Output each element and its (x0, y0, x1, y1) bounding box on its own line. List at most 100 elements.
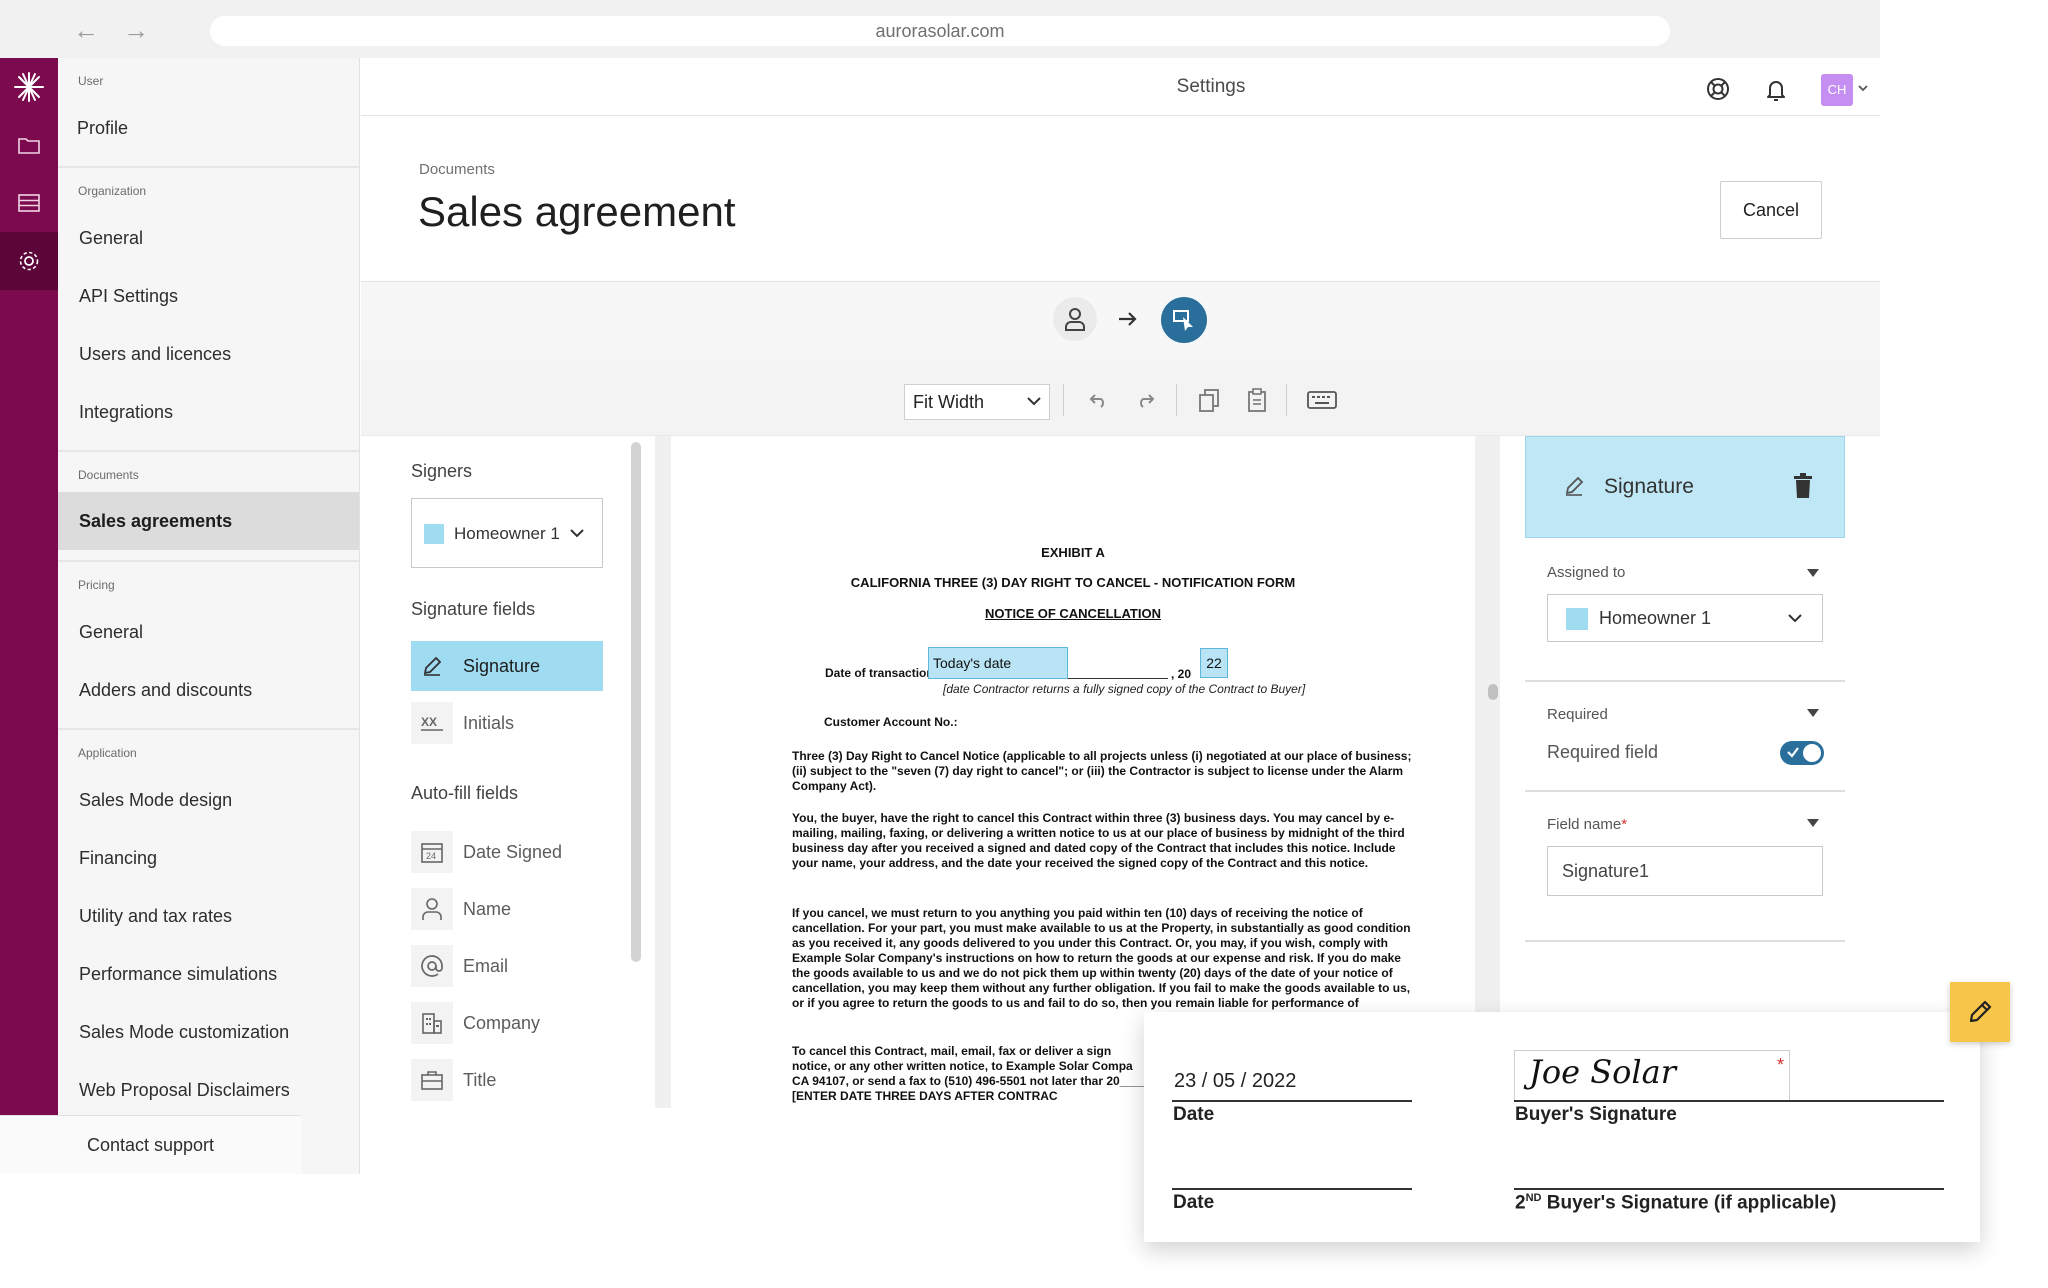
assigned-to-value: Homeowner 1 (1599, 608, 1712, 628)
pen-icon (1563, 475, 1585, 497)
field-name-label: Name (463, 898, 512, 919)
contact-support-link[interactable]: Contact support (0, 1115, 301, 1174)
paste-clipboard-icon[interactable] (1241, 384, 1273, 416)
copy-icon[interactable] (1193, 384, 1225, 416)
zoom-select[interactable]: Fit Width (904, 384, 1050, 420)
date-label: Date (1173, 1104, 1215, 1125)
redo-icon[interactable] (1130, 384, 1162, 416)
divider (1525, 940, 1845, 942)
doc-form-title: CALIFORNIA THREE (3) DAY RIGHT TO CANCEL… (850, 575, 1296, 590)
field-type-title: Signature (1604, 475, 1694, 498)
buyer2-label-ordinal: 2 (1515, 1192, 1526, 1214)
chevron-down-icon (1027, 396, 1041, 406)
field-company[interactable]: Company (411, 998, 603, 1048)
chevron-down-icon (570, 528, 584, 538)
field-date-signed-label: Date Signed (463, 841, 563, 862)
settings-sidebar: User Profile Organization General API Se… (58, 58, 360, 1174)
doc-date-field[interactable]: Today's date (928, 647, 1068, 679)
svg-text:XX: XX (421, 715, 437, 729)
divider (58, 560, 359, 562)
doc-paragraph-1: Three (3) Day Right to Cancel Notice (ap… (792, 749, 1412, 793)
document-scrollbar[interactable] (1488, 684, 1498, 700)
folder-icon[interactable] (0, 116, 58, 174)
checkmark-icon (1786, 745, 1800, 759)
collapse-caret-icon[interactable] (1806, 708, 1820, 718)
field-name-input[interactable]: Signature1 (1547, 846, 1823, 896)
signer-select[interactable]: Homeowner 1 (411, 498, 603, 568)
calendar-icon: 24 (411, 831, 453, 873)
assigned-to-select[interactable]: Homeowner 1 (1547, 594, 1823, 642)
collapse-caret-icon[interactable] (1806, 568, 1820, 578)
sidebar-item-pricing-general[interactable]: General (58, 604, 359, 660)
sidebar-item-sales-agreements[interactable]: Sales agreements (58, 492, 359, 550)
sidebar-item-financing[interactable]: Financing (58, 830, 359, 886)
sidebar-item-api-settings[interactable]: API Settings (58, 268, 359, 324)
doc-date-note: [date Contractor returns a fully signed … (943, 682, 1306, 696)
chevron-down-icon (1788, 613, 1802, 623)
sidebar-item-sales-mode-customization[interactable]: Sales Mode customization (58, 1004, 359, 1060)
sidebar-item-web-proposal-disclaimers[interactable]: Web Proposal Disclaimers (58, 1062, 359, 1118)
zoom-select-value: Fit Width (913, 392, 985, 412)
collapse-caret-icon[interactable] (1806, 818, 1820, 828)
workflow-steps (361, 282, 1880, 360)
fields-panel: Signers Homeowner 1 Signature fields Sig… (361, 436, 655, 1108)
field-name[interactable]: Name (411, 884, 603, 934)
toolbar-divider (1063, 384, 1064, 416)
field-initials[interactable]: XX Initials (411, 698, 603, 748)
field-name-label-text: Field name (1547, 816, 1622, 833)
cancel-button[interactable]: Cancel (1720, 181, 1822, 239)
avatar[interactable]: CH (1821, 74, 1853, 106)
keyboard-icon[interactable] (1301, 384, 1343, 416)
section-heading-documents: Documents (78, 468, 139, 482)
sidebar-item-adders-and-discounts[interactable]: Adders and discounts (58, 662, 359, 718)
required-toggle[interactable] (1780, 741, 1824, 765)
section-heading-application: Application (78, 746, 137, 760)
doc-paragraph-4: To cancel this Contract, mail, email, fa… (792, 1044, 1147, 1103)
list-icon[interactable] (0, 174, 58, 232)
sidebar-item-integrations[interactable]: Integrations (58, 384, 359, 440)
address-bar[interactable]: aurorasolar.com (210, 16, 1670, 46)
field-title[interactable]: Title (411, 1055, 603, 1105)
pencil-icon (1965, 997, 1995, 1027)
field-date-signed[interactable]: 24 Date Signed (411, 827, 603, 877)
toggle-knob (1803, 744, 1821, 762)
undo-icon[interactable] (1082, 384, 1114, 416)
settings-gear-icon[interactable] (0, 232, 58, 290)
notification-bell-icon[interactable] (1761, 74, 1791, 104)
initials-icon: XX (411, 702, 453, 744)
document-page: EXHIBIT A CALIFORNIA THREE (3) DAY RIGHT… (671, 436, 1475, 1108)
field-initials-label: Initials (463, 712, 515, 733)
doc-date-line (1068, 678, 1168, 679)
step-place-fields-cursor-icon[interactable] (1161, 297, 1207, 343)
sidebar-item-performance-simulations[interactable]: Performance simulations (58, 946, 359, 1002)
toolbar-divider (1286, 384, 1287, 416)
field-email[interactable]: Email (411, 941, 603, 991)
svg-text:24: 24 (426, 851, 436, 861)
edit-pencil-button[interactable] (1950, 982, 2010, 1042)
section-heading-organization: Organization (78, 184, 147, 198)
autofill-fields-heading: Auto-fill fields (411, 783, 519, 803)
help-lifebuoy-icon[interactable] (1703, 74, 1733, 104)
sidebar-item-users-and-licences[interactable]: Users and licences (58, 326, 359, 382)
field-signature[interactable]: Signature (411, 641, 603, 691)
breadcrumb[interactable]: Documents (419, 161, 495, 178)
avatar-chevron-down-icon[interactable] (1857, 82, 1869, 94)
aurora-logo-icon[interactable] (0, 58, 58, 116)
sidebar-item-sales-mode-design[interactable]: Sales Mode design (58, 772, 359, 828)
buyer-signature-box[interactable]: Joe Solar * (1514, 1050, 1790, 1100)
required-label: Required (1547, 706, 1608, 723)
back-arrow-icon[interactable]: ← (70, 14, 102, 46)
forward-arrow-icon[interactable]: → (120, 14, 152, 46)
doc-year-field[interactable]: 22 (1200, 648, 1228, 678)
trash-icon[interactable] (1792, 473, 1814, 499)
panel-scrollbar[interactable] (631, 442, 641, 962)
divider (1525, 790, 1845, 792)
sidebar-item-utility-and-tax-rates[interactable]: Utility and tax rates (58, 888, 359, 944)
step-signers-person-icon[interactable] (1053, 297, 1097, 341)
document-toolbar: Fit Width (361, 360, 1880, 436)
assigned-to-label: Assigned to (1547, 564, 1626, 581)
sidebar-item-profile[interactable]: Profile (56, 100, 357, 156)
doc-paragraph-3: If you cancel, we must return to you any… (792, 906, 1411, 1010)
top-bar: Settings CH (361, 58, 1880, 116)
sidebar-item-general[interactable]: General (58, 210, 359, 266)
